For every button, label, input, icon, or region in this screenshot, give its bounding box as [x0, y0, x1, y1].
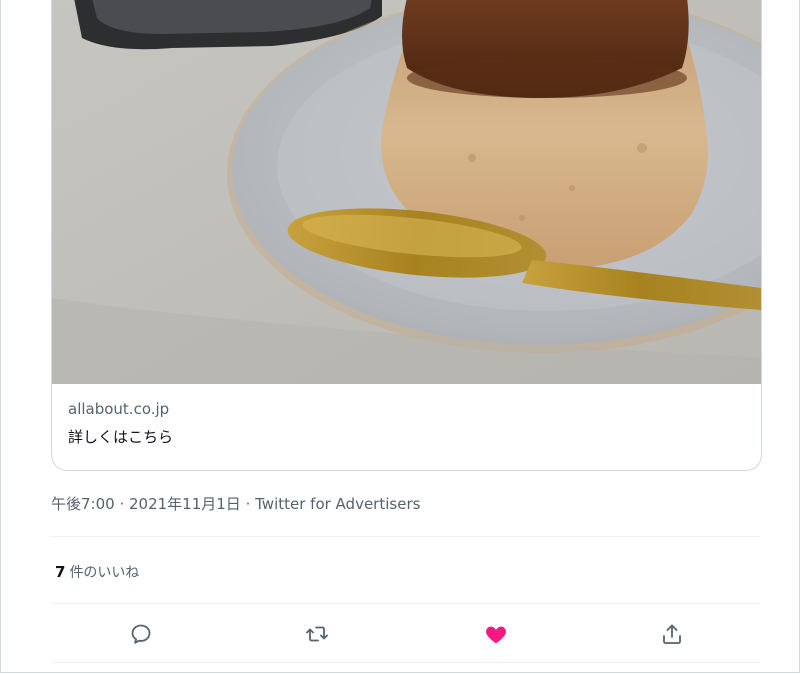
action-bar [51, 606, 760, 662]
retweet-icon [306, 626, 328, 642]
tweet-detail: allabout.co.jp 詳しくはこちら 午後7:00 · 2021年11月… [0, 0, 800, 673]
timestamp-separator-2: · [240, 495, 256, 513]
heart-icon [486, 626, 506, 644]
tweet-date[interactable]: 2021年11月1日 [129, 495, 241, 513]
reply-icon [131, 624, 151, 644]
card-domain: allabout.co.jp [68, 400, 170, 418]
card-meta: allabout.co.jp 詳しくはこちら [68, 398, 745, 448]
divider [51, 662, 760, 663]
likes-label: 件のいいね [69, 565, 140, 581]
likes-count: 7 [55, 563, 66, 581]
tweet-timestamp: 午後7:00 · 2021年11月1日 · Twitter for Advert… [51, 494, 420, 514]
tweet-time[interactable]: 午後7:00 [51, 495, 115, 513]
timestamp-separator: · [114, 495, 129, 513]
link-card[interactable]: allabout.co.jp 詳しくはこちら [51, 0, 762, 471]
reply-button[interactable] [125, 618, 157, 650]
divider [51, 603, 760, 604]
card-title[interactable]: 詳しくはこちら [68, 426, 745, 448]
share-icon [663, 624, 681, 644]
likes-stat[interactable]: 7 件のいいね [55, 562, 139, 583]
tweet-source[interactable]: Twitter for Advertisers [255, 495, 420, 513]
like-button[interactable] [480, 618, 512, 650]
retweet-button[interactable] [301, 618, 333, 650]
card-image[interactable] [52, 0, 761, 384]
divider [51, 536, 760, 537]
share-button[interactable] [656, 618, 688, 650]
